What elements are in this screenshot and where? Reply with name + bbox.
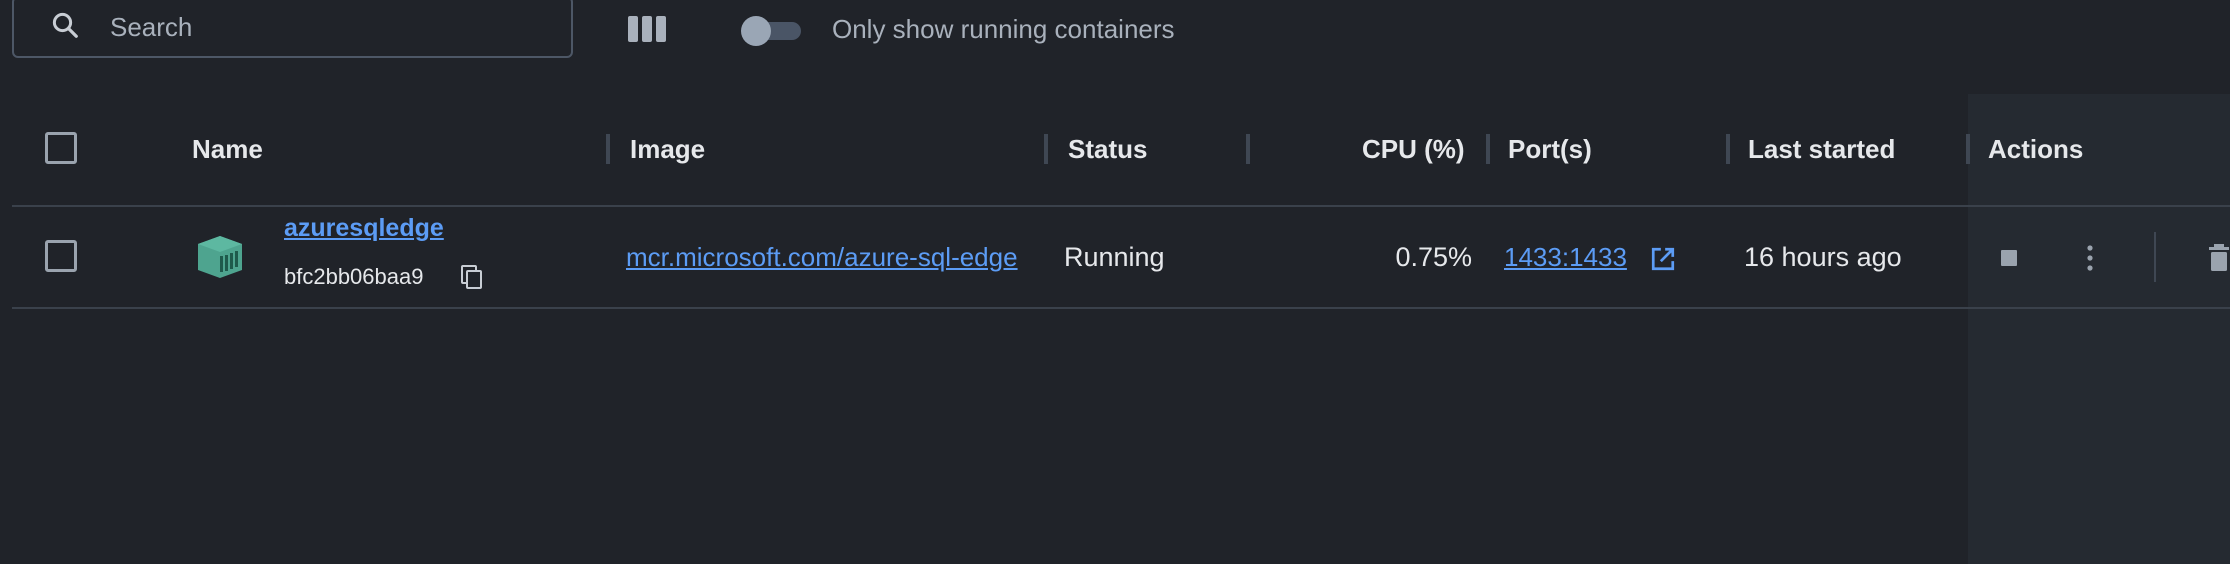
columns-icon[interactable] xyxy=(626,14,668,44)
copy-icon[interactable] xyxy=(460,264,484,290)
last-started: 16 hours ago xyxy=(1744,242,1902,272)
search-input[interactable] xyxy=(108,6,552,48)
column-separator[interactable] xyxy=(1246,134,1250,164)
column-separator[interactable] xyxy=(1966,134,1970,164)
action-separator xyxy=(2154,232,2156,282)
row-divider xyxy=(12,307,2230,309)
table-row[interactable]: azuresqledge bfc2bb06baa9 mcr.microsoft.… xyxy=(0,206,2230,308)
row-checkbox[interactable] xyxy=(45,240,77,272)
image-link[interactable]: mcr.microsoft.com/azure-sql-edge xyxy=(626,242,1048,273)
running-only-toggle[interactable] xyxy=(741,16,801,46)
column-separator[interactable] xyxy=(1044,134,1048,164)
toggle-thumb xyxy=(741,16,771,46)
column-header-image[interactable]: Image xyxy=(630,134,705,165)
search-box[interactable] xyxy=(12,0,573,58)
select-all-checkbox[interactable] xyxy=(45,132,77,164)
cpu-usage: 0.75% xyxy=(1395,242,1472,272)
port-link[interactable]: 1433:1433 xyxy=(1504,242,1627,273)
container-name-link[interactable]: azuresqledge xyxy=(284,214,444,243)
table-header: Name Image Status CPU (%) Port(s) Last s… xyxy=(0,94,2230,206)
column-header-name[interactable]: Name xyxy=(192,134,263,165)
column-header-ports[interactable]: Port(s) xyxy=(1508,134,1592,165)
containers-view: Only show running containers Name Image … xyxy=(0,0,2230,564)
column-separator[interactable] xyxy=(606,134,610,164)
column-separator[interactable] xyxy=(1726,134,1730,164)
external-link-icon[interactable] xyxy=(1650,246,1676,272)
more-vertical-icon[interactable] xyxy=(2080,244,2100,272)
column-header-status[interactable]: Status xyxy=(1068,134,1147,165)
container-icon xyxy=(198,236,242,278)
search-icon xyxy=(52,12,78,38)
toggle-label: Only show running containers xyxy=(832,14,1175,44)
status-text: Running xyxy=(1064,242,1165,272)
column-separator[interactable] xyxy=(1486,134,1490,164)
column-header-last-started[interactable]: Last started xyxy=(1748,134,1895,165)
column-header-cpu[interactable]: CPU (%) xyxy=(1362,134,1465,165)
stop-icon[interactable] xyxy=(1999,248,2019,268)
trash-icon[interactable] xyxy=(2208,242,2230,272)
column-header-actions: Actions xyxy=(1988,134,2084,164)
container-id: bfc2bb06baa9 xyxy=(284,264,424,289)
